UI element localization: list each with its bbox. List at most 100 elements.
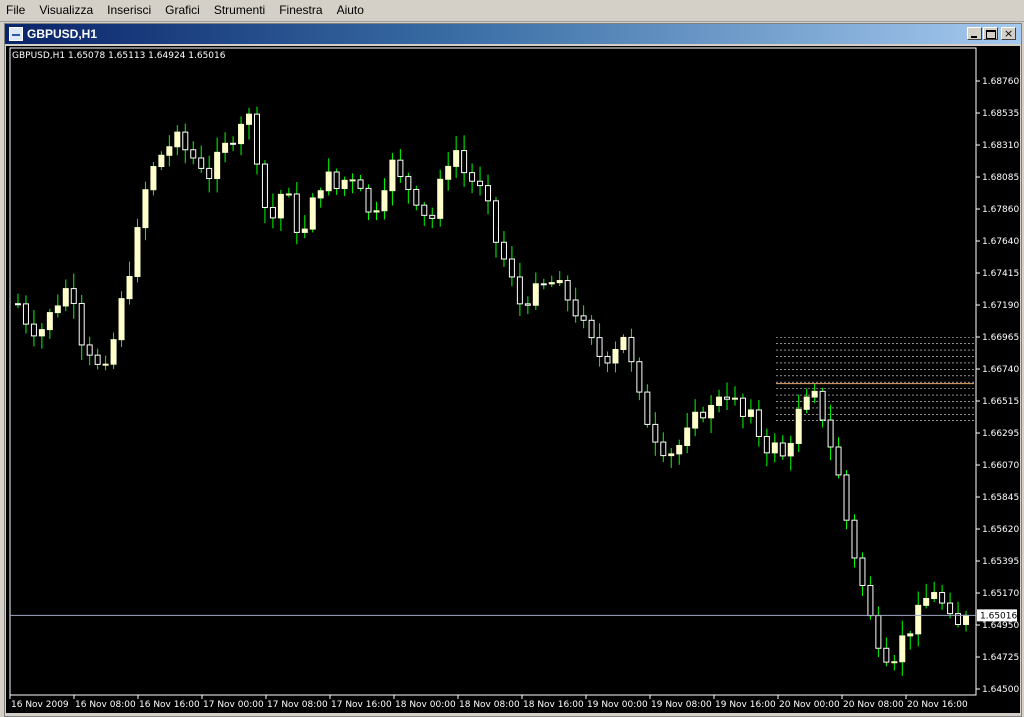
candle-bull	[373, 210, 380, 213]
menu-file[interactable]: File	[0, 0, 33, 21]
candle-bull	[174, 131, 181, 148]
y-tick-label: 1.67640	[982, 237, 1019, 247]
candle-bear	[190, 149, 197, 159]
candle-bear	[413, 188, 420, 206]
candle-bear	[660, 441, 667, 457]
candle-bear	[429, 214, 436, 219]
candle-bear	[461, 150, 468, 174]
minimize-button[interactable]	[967, 27, 982, 40]
menu-strumenti[interactable]: Strumenti	[208, 0, 273, 21]
candle-bear	[843, 474, 850, 521]
x-tick-label: 18 Nov 00:00	[395, 700, 456, 710]
candle-bear	[835, 446, 842, 476]
candle-bull	[445, 165, 452, 180]
candle-bear	[333, 171, 340, 189]
candle-bull	[110, 339, 117, 365]
candle-bear	[628, 336, 635, 363]
candle-bull	[684, 427, 691, 446]
candle-bear	[357, 179, 364, 189]
candle-bull	[532, 283, 539, 306]
y-tick-label: 1.66965	[982, 333, 1019, 343]
candle-bear	[652, 423, 659, 443]
close-button[interactable]: ×	[1001, 27, 1016, 40]
y-tick-label: 1.66740	[982, 365, 1019, 375]
window-titlebar[interactable]: GBPUSD,H1 ×	[5, 24, 1021, 44]
x-tick-label: 17 Nov 16:00	[331, 700, 392, 710]
candle-bull	[803, 396, 810, 410]
x-tick-label: 19 Nov 08:00	[651, 700, 712, 710]
candle-bull	[214, 151, 221, 180]
candle-bear	[206, 167, 213, 180]
candle-bull	[556, 280, 563, 284]
candle-bear	[253, 113, 260, 165]
candle-bull	[915, 604, 922, 635]
menu-inserisci[interactable]: Inserisci	[101, 0, 159, 21]
close-icon: ×	[1004, 27, 1014, 40]
candle-bear	[508, 258, 515, 278]
candle-bull	[787, 442, 794, 457]
candle-bull	[102, 363, 109, 366]
x-tick-label: 19 Nov 16:00	[715, 700, 776, 710]
candle-bear	[883, 647, 890, 663]
candle-bear	[739, 397, 746, 417]
candle-bear	[230, 142, 237, 145]
candle-bull	[891, 661, 898, 664]
y-tick-label: 1.66295	[982, 429, 1019, 439]
candle-bear	[86, 344, 93, 356]
x-tick-label: 20 Nov 16:00	[907, 700, 968, 710]
x-tick-label: 16 Nov 2009	[11, 700, 69, 710]
candle-bear	[182, 131, 189, 151]
window-title: GBPUSD,H1	[27, 27, 98, 41]
candle-bear	[198, 157, 205, 169]
menu-grafici[interactable]: Grafici	[159, 0, 208, 21]
maximize-button[interactable]	[983, 27, 998, 40]
candle-bear	[540, 283, 547, 286]
candle-bull	[301, 228, 308, 233]
candle-bear	[70, 288, 77, 304]
plot-frame	[9, 47, 977, 696]
candle-bull	[668, 453, 675, 457]
candle-bear	[604, 355, 611, 364]
candle-bear	[94, 354, 101, 365]
x-tick-label: 17 Nov 08:00	[267, 700, 328, 710]
candle-bull	[142, 189, 149, 229]
candle-bear	[827, 419, 834, 448]
candle-bear	[22, 303, 29, 325]
candle-bear	[261, 163, 268, 208]
candle-bear	[405, 176, 412, 190]
menu-aiuto[interactable]: Aiuto	[331, 0, 372, 21]
candle-bear	[700, 411, 707, 419]
candle-bull	[349, 179, 356, 182]
y-tick-label: 1.66515	[982, 397, 1019, 407]
candle-bear	[596, 337, 603, 357]
candle-bear	[939, 592, 946, 604]
chart-canvas[interactable]: GBPUSD,H1 1.65078 1.65113 1.64924 1.6501…	[6, 46, 1020, 713]
candle-bull	[62, 288, 69, 307]
candle-bear	[421, 204, 428, 216]
price-chart[interactable]: GBPUSD,H1 1.65078 1.65113 1.64924 1.6501…	[6, 46, 1020, 713]
chart-info-label: GBPUSD,H1 1.65078 1.65113 1.64924 1.6501…	[12, 51, 226, 61]
candle-bull	[381, 190, 388, 212]
candle-bull	[238, 123, 245, 145]
candle-bull	[126, 276, 133, 300]
candle-bull	[277, 193, 284, 219]
candle-bull	[158, 154, 165, 168]
candle-bull	[747, 409, 754, 417]
candle-bear	[564, 280, 571, 301]
candle-bull	[963, 614, 970, 625]
candle-bear	[819, 390, 826, 421]
candle-bear	[269, 206, 276, 219]
candle-bull	[612, 348, 619, 364]
candle-bull	[54, 305, 61, 314]
y-tick-label: 1.67860	[982, 205, 1019, 215]
y-tick-label: 1.64725	[982, 653, 1019, 663]
candle-bull	[341, 179, 348, 189]
candle-bull	[134, 227, 141, 278]
candle-bull	[692, 411, 699, 429]
candle-bull	[38, 329, 45, 337]
candle-bull	[923, 597, 930, 606]
menu-visualizza[interactable]: Visualizza	[33, 0, 101, 21]
candle-bull	[118, 298, 125, 341]
candle-bear	[580, 315, 587, 321]
menu-finestra[interactable]: Finestra	[273, 0, 330, 21]
